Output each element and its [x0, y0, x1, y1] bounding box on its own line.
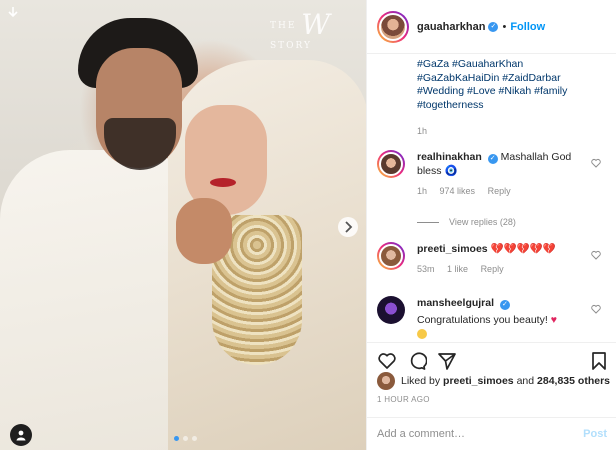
- caption-time: 1h: [417, 126, 428, 136]
- comment-username[interactable]: realhinakhan: [417, 151, 482, 163]
- photo-watermark: THE W STORY: [270, 8, 331, 51]
- verified-badge-icon: ✓: [487, 154, 498, 164]
- avatar[interactable]: [377, 296, 405, 324]
- carousel-dots: [174, 436, 197, 441]
- post-button[interactable]: Post: [583, 428, 607, 440]
- reply-button[interactable]: Reply: [481, 264, 504, 274]
- liked-by-user[interactable]: preeti_simoes: [443, 375, 514, 387]
- comment-username[interactable]: preeti_simoes: [417, 243, 488, 255]
- liked-by-prefix: Liked by: [401, 375, 441, 387]
- comment-time: 1h: [417, 186, 428, 196]
- bookmark-icon[interactable]: [589, 351, 609, 371]
- carousel-dot: [174, 436, 179, 441]
- heart-icon[interactable]: [591, 250, 601, 260]
- share-send-icon[interactable]: [437, 351, 457, 371]
- liked-by-and: and: [516, 375, 535, 387]
- smiley-icon: [417, 329, 427, 339]
- header-username[interactable]: gauaharkhan: [417, 21, 485, 33]
- comment-text: 💔💔💔💔💔: [490, 243, 556, 255]
- like-heart-icon[interactable]: [377, 351, 397, 371]
- liked-by-summary: Liked by preeti_simoes and 284,835 other…: [377, 372, 610, 390]
- header-separator: •: [502, 20, 507, 33]
- follow-button[interactable]: Follow: [510, 21, 545, 33]
- verified-badge-icon: ✓: [488, 21, 499, 32]
- photo-region-hand: [176, 198, 232, 264]
- post-details-panel: gauaharkhan ✓ • Follow #GaZa #GauaharKha…: [366, 0, 616, 450]
- verified-badge-icon: ✓: [499, 300, 510, 310]
- carousel-dot: [183, 436, 188, 441]
- post-photo[interactable]: THE W STORY: [0, 0, 366, 450]
- heart-icon[interactable]: [591, 158, 601, 168]
- avatar[interactable]: [377, 150, 405, 178]
- carousel-dot: [192, 436, 197, 441]
- comment-item: preeti_simoes 💔💔💔💔💔 53m 1 like Reply: [377, 242, 607, 284]
- heart-icon[interactable]: [591, 304, 601, 314]
- comment-input[interactable]: [377, 428, 584, 440]
- comment-item: mansheelgujral ✓ Congratulations you bea…: [377, 296, 607, 340]
- comment-bubble-icon[interactable]: [407, 351, 428, 371]
- liked-by-count[interactable]: 284,835 others: [537, 375, 610, 387]
- comment-username[interactable]: mansheelgujral: [417, 297, 494, 309]
- person-icon: [16, 430, 26, 441]
- view-replies-label[interactable]: View replies (28): [449, 217, 516, 227]
- comment-likes[interactable]: 974 likes: [440, 186, 476, 196]
- comment-text: Congratulations you beauty!: [417, 314, 548, 326]
- photo-region-lips: [210, 178, 236, 187]
- red-heart-icon: ♥: [550, 314, 557, 326]
- caption-hashtags[interactable]: #GaZa #GauaharKhan #GaZabKaHaiDin #ZaidD…: [417, 58, 607, 112]
- reply-button[interactable]: Reply: [488, 186, 511, 196]
- add-comment-bar: Post: [367, 417, 616, 450]
- post-header: gauaharkhan ✓ • Follow: [367, 0, 616, 54]
- chevron-right-icon: [345, 221, 353, 233]
- arrow-down-icon[interactable]: [6, 6, 20, 20]
- avatar[interactable]: [377, 10, 409, 43]
- comment-emoji: 🧿: [444, 165, 458, 177]
- action-bar: [367, 342, 616, 370]
- avatar[interactable]: [377, 372, 395, 390]
- view-replies-button[interactable]: View replies (28): [417, 217, 516, 227]
- comment-time: 53m: [417, 264, 435, 274]
- carousel-next-button[interactable]: [338, 217, 358, 237]
- comment-item: realhinakhan ✓ Mashallah God bless 🧿 1h …: [377, 150, 607, 210]
- post-timestamp[interactable]: 1 HOUR AGO: [377, 395, 430, 404]
- tagged-users-button[interactable]: [10, 424, 32, 446]
- comment-likes[interactable]: 1 like: [447, 264, 468, 274]
- divider: [417, 221, 439, 223]
- avatar[interactable]: [377, 242, 405, 270]
